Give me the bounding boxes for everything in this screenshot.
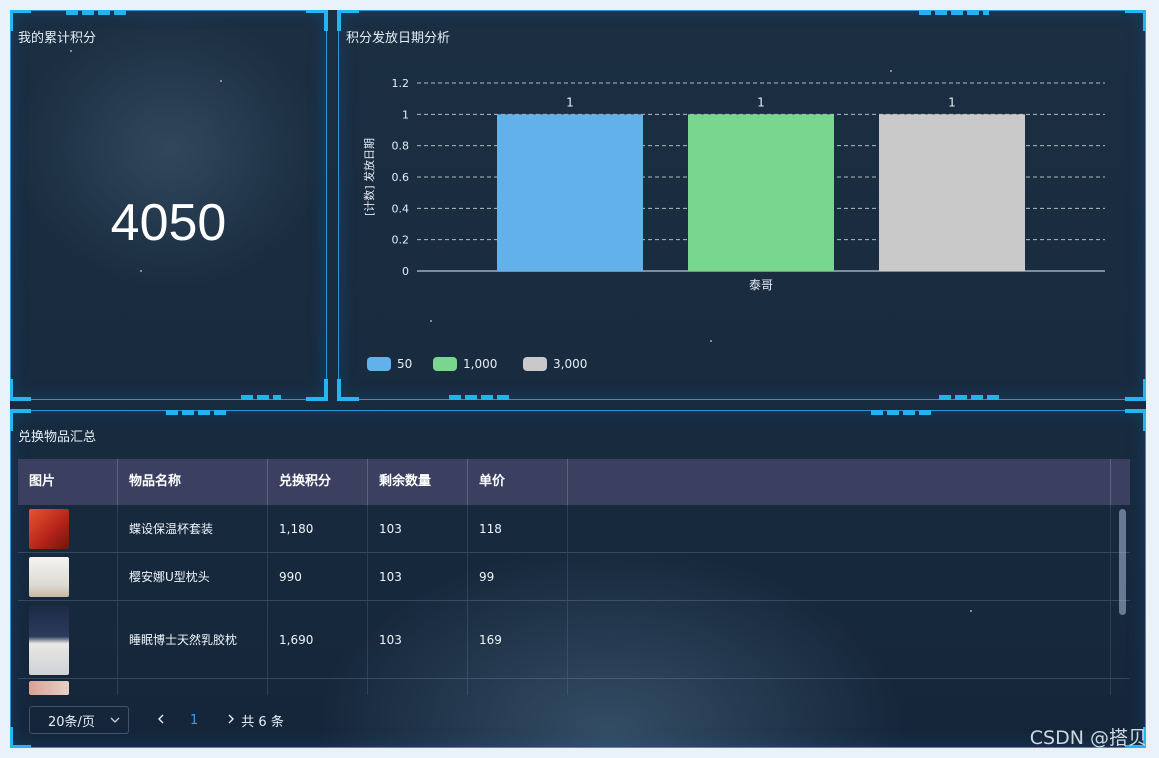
legend-label: 1,000 [463, 357, 497, 371]
column-header-price[interactable]: 单价 [468, 459, 568, 505]
y-tick-label: 0 [402, 265, 409, 278]
y-tick-label: 0.2 [392, 234, 410, 247]
total-points-panel: 我的累计积分 4050 [10, 10, 328, 401]
cell-remaining: 103 [368, 505, 468, 552]
chevron-left-icon [158, 714, 164, 724]
data-label: 1 [566, 95, 574, 109]
y-tick-label: 0.6 [392, 171, 410, 184]
data-label: 1 [948, 95, 956, 109]
y-tick-label: 0.4 [392, 202, 410, 215]
cell-points: 1,690 [268, 601, 368, 678]
cell-name: 蝶设保温杯套装 [118, 505, 268, 552]
pagination: 20条/页 1 共 6 条 [29, 705, 284, 735]
column-header-name[interactable]: 物品名称 [118, 459, 268, 505]
column-header-remaining[interactable]: 剩余数量 [368, 459, 468, 505]
product-image-pillow [29, 556, 69, 597]
product-image-latex-pillow [29, 604, 69, 675]
bar-2 [688, 114, 834, 271]
exchange-title: 兑换物品汇总 [18, 430, 97, 445]
page-number-current[interactable]: 1 [190, 713, 198, 728]
column-header-gutter [1111, 459, 1130, 505]
legend-label: 50 [397, 357, 412, 371]
cell-points: 990 [268, 553, 368, 600]
legend-swatch-3 [523, 357, 547, 371]
column-header-points[interactable]: 兑换积分 [268, 459, 368, 505]
total-points-value: 4050 [110, 194, 227, 252]
total-points-title: 我的累计积分 [18, 31, 97, 46]
legend-label: 3,000 [553, 357, 587, 371]
bar-3 [879, 114, 1025, 271]
table-scrollbar[interactable] [1119, 509, 1126, 615]
prev-page-button[interactable] [157, 712, 164, 728]
y-tick-label: 1 [402, 108, 409, 121]
cell-price: 169 [468, 601, 568, 678]
legend-swatch-1 [367, 357, 391, 371]
y-tick-label: 0.8 [392, 140, 410, 153]
chevron-down-icon [110, 717, 120, 723]
product-image-thermos [29, 508, 69, 549]
y-tick-label: 1.2 [392, 77, 410, 90]
next-page-button[interactable] [228, 712, 235, 728]
chevron-right-icon [228, 714, 235, 724]
column-header-empty [568, 459, 1111, 505]
cell-name: 樱安娜U型枕头 [118, 553, 268, 600]
total-count: 共 6 条 [241, 714, 284, 730]
exchange-summary-panel: 兑换物品汇总 图片 物品名称 兑换积分 剩余数量 单价 蝶设保温杯套装 1,18… [10, 409, 1146, 748]
bar-chart: 0 0.2 0.4 0.6 0.8 1 1.2 1 1 1 泰哥 [计数] 发放日期 50 1,000 3,… [362, 77, 1105, 371]
data-label: 1 [757, 95, 765, 109]
cell-points: 1,180 [268, 505, 368, 552]
legend-swatch-2 [433, 357, 457, 371]
table-header: 图片 物品名称 兑换积分 剩余数量 单价 [18, 459, 1130, 505]
exchange-table: 图片 物品名称 兑换积分 剩余数量 单价 蝶设保温杯套装 1,180 103 1… [18, 459, 1130, 695]
dashboard-background: 我的累计积分 4050 积分发放日期分析 0 0.2 0.4 0.6 0.8 1 1.2 1 1… [10, 10, 1146, 748]
table-row[interactable]: 睡眠博士天然乳胶枕 1,690 103 169 [18, 601, 1130, 679]
product-image-partial [29, 681, 69, 695]
cell-name: 睡眠博士天然乳胶枕 [118, 601, 268, 678]
table-row[interactable]: 蝶设保温杯套装 1,180 103 118 [18, 505, 1130, 553]
y-axis-label: [计数] 发放日期 [362, 138, 376, 216]
cell-price: 99 [468, 553, 568, 600]
page-size-value: 20条/页 [48, 714, 95, 730]
bar-1 [497, 114, 643, 271]
csdn-watermark: CSDN @搭贝 [1029, 727, 1147, 749]
page-size-select[interactable]: 20条/页 [29, 706, 129, 734]
cell-price: 118 [468, 505, 568, 552]
column-header-image[interactable]: 图片 [18, 459, 118, 505]
table-row[interactable]: 樱安娜U型枕头 990 103 99 [18, 553, 1130, 601]
x-category-label: 泰哥 [749, 278, 773, 292]
cell-remaining: 103 [368, 553, 468, 600]
table-row[interactable] [18, 679, 1130, 695]
cell-remaining: 103 [368, 601, 468, 678]
points-date-chart-panel: 积分发放日期分析 0 0.2 0.4 0.6 0.8 1 1.2 1 1 1 泰哥 [计数] 发放日期… [337, 10, 1146, 401]
